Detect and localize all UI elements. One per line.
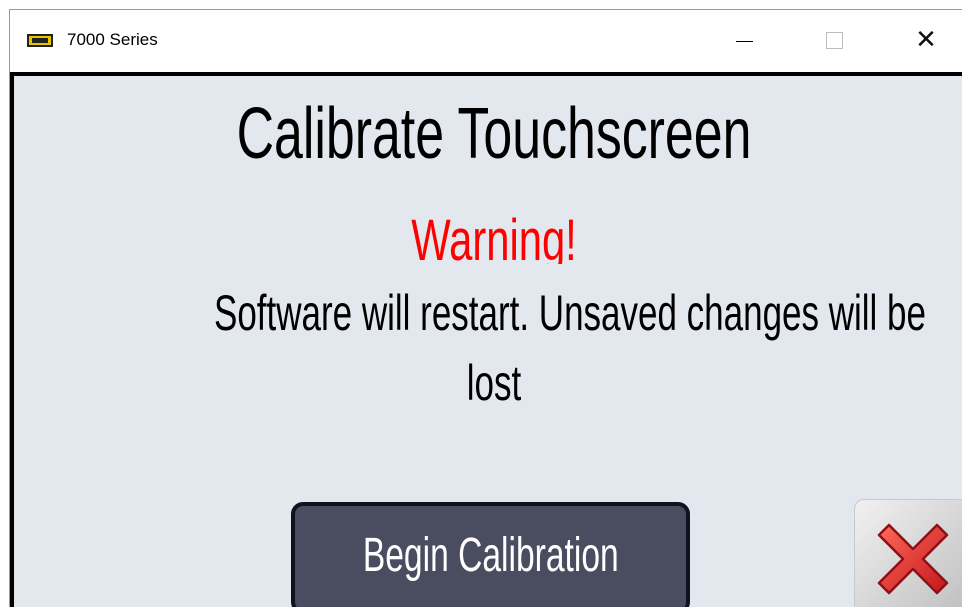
title-bar[interactable]: 7000 Series ✕	[10, 10, 962, 72]
window-title: 7000 Series	[67, 30, 158, 49]
app-window: 7000 Series ✕ Calibrate Touchscreen Warn…	[9, 9, 962, 607]
warning-text: Warning!	[411, 208, 577, 264]
cancel-button[interactable]	[854, 499, 962, 607]
warning-message: Software will restart. Unsaved changes w…	[94, 278, 926, 418]
page-title: Calibrate Touchscreen	[236, 94, 752, 174]
minimize-icon	[735, 40, 753, 42]
minimize-button[interactable]	[721, 24, 767, 56]
warning-message-line-2: lost	[466, 355, 522, 411]
calibration-panel: Calibrate Touchscreen Warning! Software …	[10, 72, 962, 607]
begin-calibration-label: Begin Calibration	[362, 529, 619, 582]
close-button[interactable]: ✕	[903, 24, 949, 56]
red-x-icon	[877, 523, 949, 595]
maximize-button[interactable]	[811, 24, 857, 56]
begin-calibration-button[interactable]: Begin Calibration	[291, 502, 690, 607]
warning-message-line-1: Software will restart. Unsaved changes w…	[214, 285, 926, 341]
close-icon: ✕	[915, 25, 937, 55]
app-icon	[27, 34, 53, 47]
maximize-icon	[825, 31, 843, 49]
